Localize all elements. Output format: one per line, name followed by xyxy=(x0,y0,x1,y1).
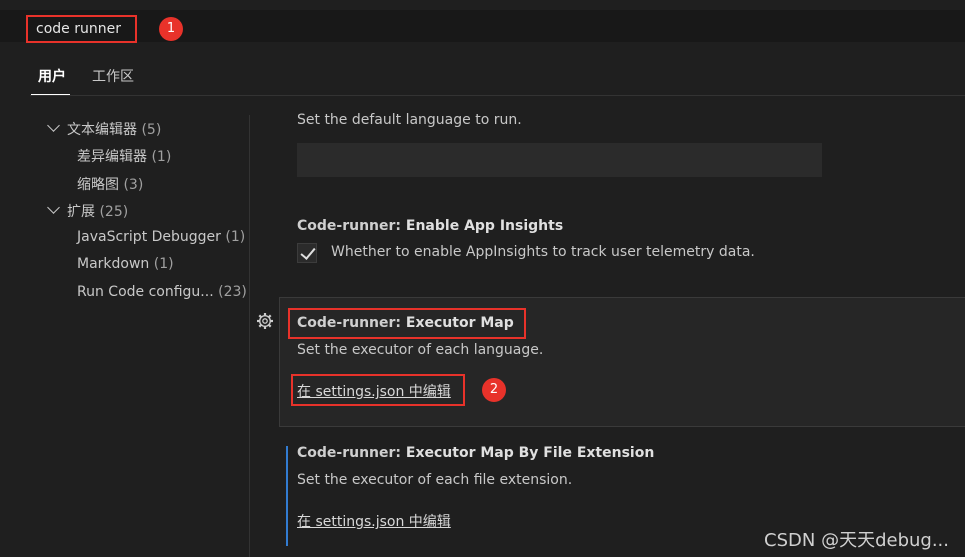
executor-map-edit-link[interactable]: 在 settings.json 中编辑 xyxy=(297,381,451,401)
toc-item-diff-editor[interactable]: 差异编辑器 (1) xyxy=(77,146,171,166)
app-insights-checkbox[interactable] xyxy=(297,243,317,263)
chevron-down-icon[interactable] xyxy=(47,119,60,132)
search-bar: code runner 1 xyxy=(0,10,965,43)
chevron-down-icon[interactable] xyxy=(47,201,60,214)
annotation-badge-1: 1 xyxy=(159,17,183,41)
modified-indicator xyxy=(286,446,288,546)
annotation-badge-2: 2 xyxy=(482,378,506,402)
default-language-input[interactable] xyxy=(297,143,822,177)
watermark: CSDN @天天debug... xyxy=(764,530,949,551)
app-insights-title: Code-runner: Enable App Insights xyxy=(297,218,564,234)
executor-map-description: Set the executor of each language. xyxy=(297,342,544,358)
toc-item-markdown[interactable]: Markdown (1) xyxy=(77,256,174,272)
toc-item-extensions[interactable]: 扩展 (25) xyxy=(67,201,128,221)
toc-item-text-editor[interactable]: 文本编辑器 (5) xyxy=(67,119,161,139)
toc-item-javascript-debugger[interactable]: JavaScript Debugger (1) xyxy=(77,229,245,245)
toc-divider xyxy=(249,115,250,557)
executor-map-ext-edit-link[interactable]: 在 settings.json 中编辑 xyxy=(297,511,451,531)
default-language-description: Set the default language to run. xyxy=(297,112,522,128)
executor-map-ext-title: Code-runner: Executor Map By File Extens… xyxy=(297,445,655,461)
gear-icon[interactable] xyxy=(256,312,274,330)
toc-item-minimap[interactable]: 缩略图 (3) xyxy=(77,174,143,194)
executor-map-ext-description: Set the executor of each file extension. xyxy=(297,472,573,488)
app-insights-description: Whether to enable AppInsights to track u… xyxy=(331,244,755,260)
tabs-divider xyxy=(30,95,965,96)
active-tab-indicator xyxy=(31,94,70,95)
tab-user[interactable]: 用户 xyxy=(38,66,66,86)
tab-workspace[interactable]: 工作区 xyxy=(92,66,134,86)
search-input[interactable]: code runner xyxy=(26,15,137,43)
executor-map-title: Code-runner: Executor Map xyxy=(297,315,514,331)
toc-item-run-code-config[interactable]: Run Code configu... (23) xyxy=(77,284,247,300)
